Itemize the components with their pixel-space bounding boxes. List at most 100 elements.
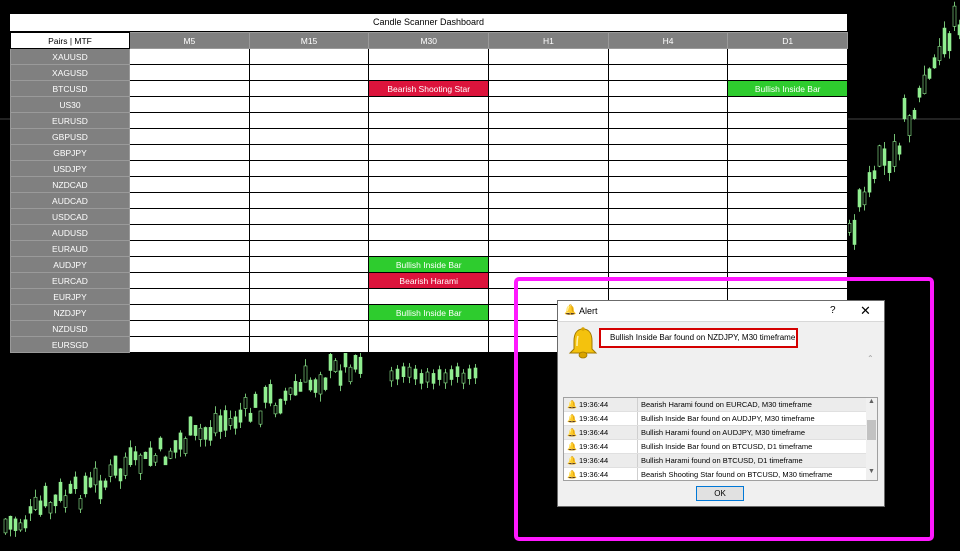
candle-body [912,109,917,119]
signal-cell [248,192,370,209]
signal-cell [129,80,250,97]
candle-body [108,464,113,477]
alert-log-list[interactable]: 🔔 19:36:44 Bearish Harami found on EURCAD,… [563,397,878,481]
pair-label-audjpy: AUDJPY [10,256,130,273]
candle-body [228,418,233,426]
scroll-thumb[interactable] [867,420,876,440]
candle-body [18,522,23,531]
candle-body [83,475,88,495]
column-separator [637,412,638,425]
alert-titlebar[interactable]: 🔔 Alert ? ✕ [558,301,884,322]
bell-icon: 🔔 [567,400,577,409]
signal-cell [727,112,848,129]
candle-body [937,46,942,61]
candle-body [303,365,308,383]
pair-row: USDJPY [10,160,848,177]
candle-body [348,366,353,383]
candle-body [278,398,283,414]
signal-cell [607,144,729,161]
signal-cell [488,192,609,209]
pair-label-gbpusd: GBPUSD [10,128,130,145]
signal-cell [129,336,250,353]
log-row[interactable]: 🔔 19:36:44 Bearish Harami found on EURCAD,… [564,398,877,412]
candle-body [927,68,932,79]
pair-row: USDCAD [10,208,848,225]
help-button[interactable]: ? [830,305,836,316]
signal-cell [248,128,370,145]
pair-label-usdjpy: USDJPY [10,160,130,177]
log-row[interactable]: 🔔 19:36:44 Bearish Shooting Star found on … [564,468,877,480]
candle-body [892,141,897,167]
candle-body [8,515,13,530]
candle-body [253,393,258,408]
candle-body [431,373,436,384]
pair-label-eurjpy: EURJPY [10,288,130,305]
pair-row: GBPJPY [10,144,848,161]
signal-cell [727,256,848,273]
signal-cell [488,208,609,225]
candle-body [283,390,288,401]
signal-cell [488,64,609,81]
pair-row: XAUUSD [10,48,848,65]
signal-cell [727,240,848,257]
signal-cell [607,64,729,81]
alert-message-area: Bullish Inside Bar found on NZDJPY, M30 … [563,326,879,413]
signal-cell [129,272,250,289]
candle-body [268,384,273,404]
column-separator [637,426,638,439]
signal-cell [248,304,370,321]
signal-cell [727,272,848,289]
signal-cell [368,192,490,209]
candle-body [318,374,323,395]
log-row[interactable]: 🔔 19:36:44 Bullish Inside Bar found on AUD… [564,412,877,426]
log-row[interactable]: 🔔 19:36:44 Bullish Inside Bar found on BTC… [564,440,877,454]
candle-body [343,352,348,368]
alert-dialog[interactable]: 🔔 Alert ? ✕ Bullish Inside Bar found on … [557,300,885,507]
log-scrollbar[interactable]: ▲ ▼ [866,398,877,480]
candle-body [168,450,173,459]
signal-cell [248,112,370,129]
candle-body [238,409,243,423]
candle-body [48,502,53,514]
signal-cell [607,240,729,257]
log-row[interactable]: 🔔 19:36:44 Bullish Harami found on BTCUSD,… [564,454,877,468]
candle-body [143,451,148,460]
candle-body [203,427,208,440]
signal-cell [727,176,848,193]
signal-cell [727,192,848,209]
candle-body [258,410,263,425]
candle-body [73,476,78,490]
candle-body [293,381,298,396]
scroll-up-arrow-icon[interactable]: ▲ [868,398,875,405]
candle-body [389,370,394,382]
signal-cell [129,112,250,129]
candle-body [917,87,922,98]
candle-body [128,447,133,466]
candle-body [233,416,238,429]
candle-body [467,368,472,380]
candle-body [163,456,168,466]
timeframe-header-m5: M5 [129,32,250,49]
candle-body [922,74,927,94]
scroll-down-arrow-icon[interactable]: ▼ [868,468,875,475]
close-button[interactable]: ✕ [860,303,871,319]
candle-body [208,427,213,441]
log-row[interactable]: 🔔 19:36:44 Bullish Harami found on AUDJPY,… [564,426,877,440]
pair-label-nzdcad: NZDCAD [10,176,130,193]
timeframe-header-h4: H4 [607,32,729,49]
signal-cell [727,208,848,225]
signal-cell [129,160,250,177]
signal-cell [488,256,609,273]
column-separator [637,468,638,480]
candle-body [178,432,183,450]
pair-row: AUDUSD [10,224,848,241]
candle-body [53,494,58,507]
column-separator [637,440,638,453]
ok-button[interactable]: OK [696,486,744,501]
candle-body [947,33,952,52]
candle-body [43,485,48,507]
candle-body [333,360,338,372]
signal-cell [607,80,729,97]
candle-body [872,170,877,179]
candle-body [857,189,862,208]
